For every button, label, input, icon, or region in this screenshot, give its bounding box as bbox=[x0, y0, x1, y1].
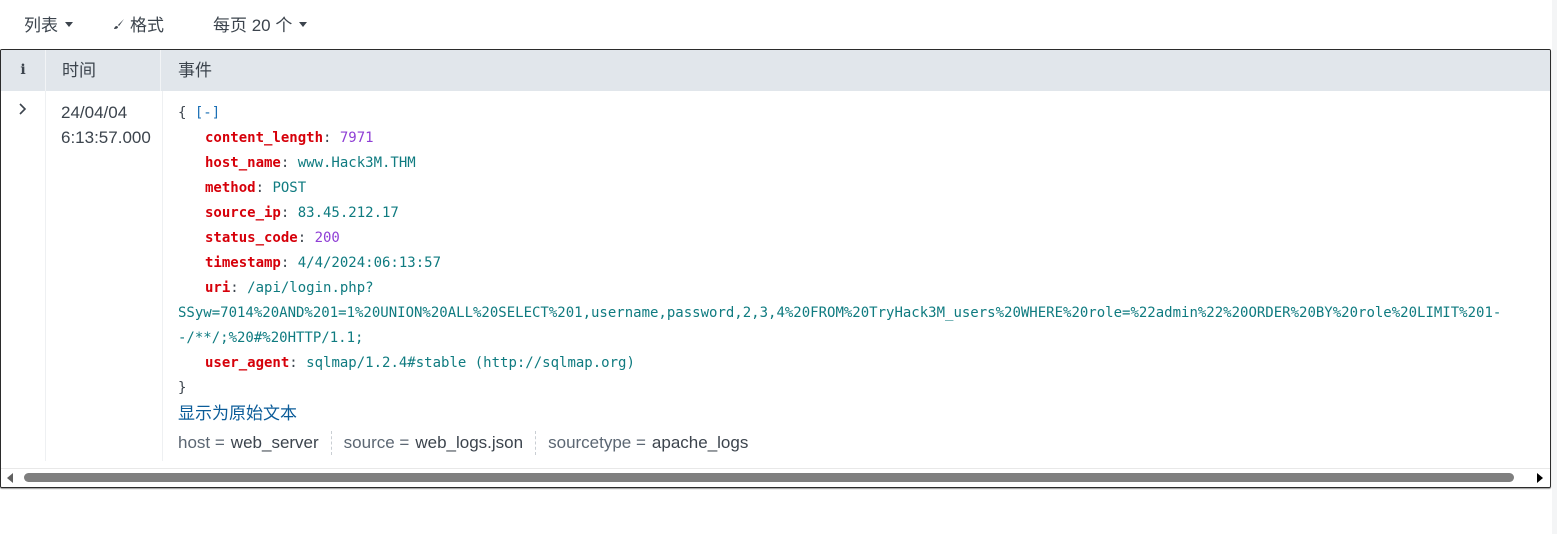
paintbrush-icon bbox=[113, 18, 125, 30]
json-field-line: host_name: www.Hack3M.THM bbox=[205, 155, 416, 171]
event-column-header[interactable]: 事件 bbox=[178, 50, 212, 91]
json-value[interactable]: www.Hack3M.THM bbox=[298, 155, 416, 171]
json-field-line: source_ip: 83.45.212.17 bbox=[205, 205, 399, 221]
json-key[interactable]: host_name bbox=[205, 155, 281, 171]
json-value[interactable]: sqlmap/1.2.4#stable (http://sqlmap.org) bbox=[306, 355, 635, 371]
scrollbar-thumb[interactable] bbox=[24, 473, 1514, 482]
show-raw-text-link[interactable]: 显示为原始文本 bbox=[178, 399, 297, 424]
time-column-header[interactable]: 时间 bbox=[46, 50, 161, 91]
per-page-label: 每页 20 个 bbox=[213, 16, 293, 35]
chevron-down-icon bbox=[299, 22, 308, 27]
json-value[interactable]: SSyw=7014%20AND%201=1%20UNION%20ALL%20SE… bbox=[178, 305, 1501, 321]
table-header: i 时间 事件 bbox=[1, 50, 1550, 91]
json-value[interactable]: 83.45.212.17 bbox=[298, 205, 399, 221]
event-clock: 6:13:57.000 bbox=[61, 128, 151, 147]
format-label: 格式 bbox=[130, 16, 164, 35]
meta-field[interactable]: host = web_server bbox=[178, 431, 332, 455]
per-page-dropdown[interactable]: 每页 20 个 bbox=[213, 11, 308, 36]
json-field-line: status_code: 200 bbox=[205, 230, 340, 246]
expand-row-icon[interactable] bbox=[15, 101, 31, 117]
events-table: i 时间 事件 24/04/04 6:13:57.000 { [-] conte… bbox=[0, 49, 1551, 488]
event-date: 24/04/04 bbox=[61, 103, 128, 122]
collapse-toggle[interactable]: [-] bbox=[195, 105, 220, 121]
scroll-right-arrow-icon[interactable] bbox=[1537, 473, 1543, 483]
open-brace: { bbox=[178, 105, 187, 121]
json-value[interactable]: POST bbox=[272, 180, 306, 196]
meta-field-value: web_logs.json bbox=[415, 433, 524, 452]
json-value[interactable]: /api/login.php? bbox=[247, 280, 373, 296]
results-toolbar: 列表 格式 每页 20 个 bbox=[0, 0, 1557, 46]
json-key[interactable]: source_ip bbox=[205, 205, 281, 221]
json-field-line: timestamp: 4/4/2024:06:13:57 bbox=[205, 255, 442, 271]
event-meta-fields: host = web_server source = web_logs.json sou… bbox=[178, 429, 760, 457]
json-field-line: content_length: 7971 bbox=[205, 130, 374, 146]
info-column-header[interactable]: i bbox=[1, 50, 46, 91]
json-key[interactable]: uri bbox=[205, 280, 230, 296]
event-time[interactable]: 24/04/04 6:13:57.000 bbox=[61, 100, 151, 150]
meta-field-name: host = bbox=[178, 433, 225, 452]
json-value[interactable]: 4/4/2024:06:13:57 bbox=[298, 255, 441, 271]
json-value[interactable]: -/**/;%20#%20HTTP/1.1; bbox=[178, 330, 363, 346]
event-json: { [-] content_length: 7971 host_name: www… bbox=[178, 105, 1502, 396]
json-value[interactable]: 200 bbox=[315, 230, 340, 246]
json-key[interactable]: status_code bbox=[205, 230, 298, 246]
json-key[interactable]: timestamp bbox=[205, 255, 281, 271]
meta-field-value: apache_logs bbox=[651, 433, 749, 452]
meta-field[interactable]: sourcetype = apache_logs bbox=[536, 431, 760, 455]
column-divider bbox=[45, 91, 46, 461]
column-divider bbox=[162, 91, 163, 461]
page-scrollbar-track[interactable] bbox=[1552, 0, 1557, 534]
meta-field-name: sourcetype = bbox=[548, 433, 646, 452]
meta-field-value: web_server bbox=[230, 433, 319, 452]
list-view-label: 列表 bbox=[24, 16, 58, 35]
chevron-down-icon bbox=[65, 22, 73, 27]
json-key[interactable]: user_agent bbox=[205, 355, 289, 371]
meta-field-name: source = bbox=[343, 433, 410, 452]
horizontal-scrollbar[interactable] bbox=[1, 468, 1550, 487]
json-key[interactable]: content_length bbox=[205, 130, 323, 146]
format-button[interactable]: 格式 bbox=[113, 11, 164, 36]
json-key[interactable]: method bbox=[205, 180, 256, 196]
meta-field[interactable]: source = web_logs.json bbox=[332, 431, 537, 455]
json-field-line: method: POST bbox=[205, 180, 307, 196]
event-fields: content_length: 7971 host_name: www.Hack3… bbox=[178, 126, 1501, 276]
table-row: 24/04/04 6:13:57.000 { [-] content_lengt… bbox=[1, 91, 1550, 461]
close-brace: } bbox=[178, 380, 187, 396]
list-view-dropdown[interactable]: 列表 bbox=[24, 11, 73, 36]
scroll-left-arrow-icon[interactable] bbox=[7, 473, 13, 483]
json-value[interactable]: 7971 bbox=[340, 130, 374, 146]
